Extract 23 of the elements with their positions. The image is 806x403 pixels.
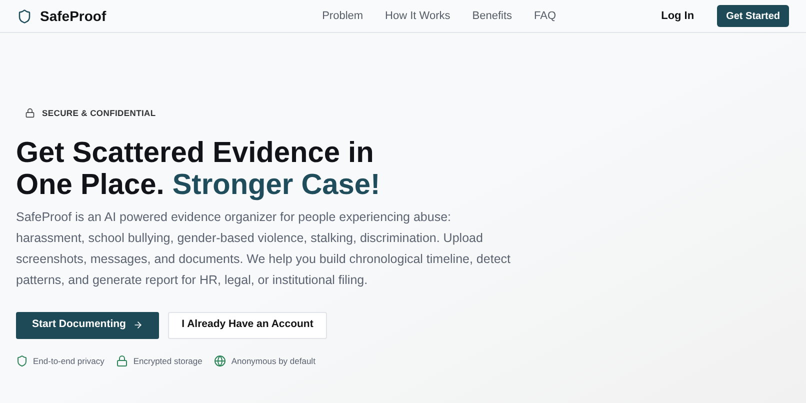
nav-link[interactable]: FAQ <box>534 8 556 24</box>
nav-link[interactable]: Benefits <box>472 8 512 24</box>
brand-name[interactable]: SafeProof <box>40 6 106 26</box>
trust-label: Anonymous by default <box>231 354 316 368</box>
nav-link[interactable]: Problem <box>322 8 364 24</box>
hero-description: SafeProof is an AI powered evidence organizer for people experiencing abuse: harassment, school bullying, gender-based violence, stalking, discrimination. Upload screenshots, messages, and documents. We help you build chronological timeline, detect patterns, and generate report for HR, legal, or institutional filing. <box>16 208 512 289</box>
start-documenting-button[interactable]: Start Documenting <box>16 312 159 339</box>
lock-icon <box>25 108 35 118</box>
login-link[interactable]: Log In <box>661 8 694 24</box>
shield-icon <box>16 355 28 368</box>
lock-icon <box>116 355 128 368</box>
get-started-button[interactable]: Get Started <box>717 5 789 27</box>
globe-icon <box>214 355 226 368</box>
trust-label: Encrypted storage <box>133 354 202 368</box>
trust-label: End-to-end privacy <box>33 354 104 368</box>
headline-text: One Place. <box>16 168 164 201</box>
arrow-right-icon <box>132 320 143 330</box>
headline-accent: Stronger Case! <box>172 168 380 201</box>
badge-label: SECURE & CONFIDENTIAL <box>42 107 156 120</box>
shield-logo-icon <box>17 8 32 24</box>
headline-text: Get Scattered Evidence in <box>16 136 374 169</box>
account-button[interactable]: I Already Have an Account <box>168 312 327 339</box>
nav-link[interactable]: How It Works <box>385 8 450 24</box>
